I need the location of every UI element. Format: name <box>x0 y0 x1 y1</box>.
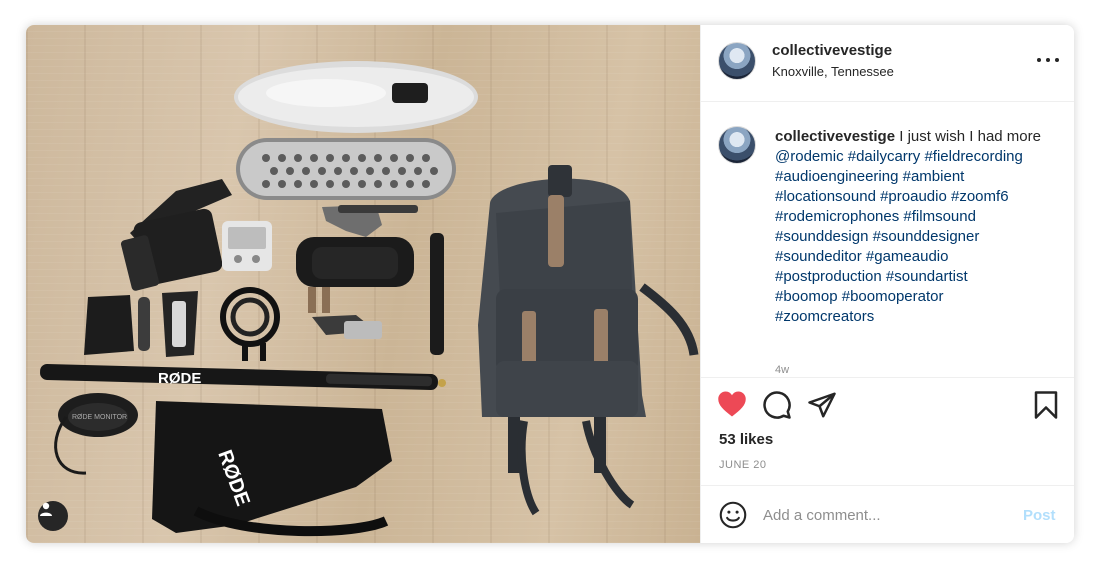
gear-flatlay-image: RØDE RØDE MONITOR RØDE <box>40 61 699 537</box>
post-side-panel: collectivevestige Knoxville, Tennessee c… <box>700 25 1074 543</box>
more-options-button[interactable] <box>1037 52 1059 68</box>
like-button[interactable] <box>717 390 747 423</box>
more-icon <box>1037 58 1041 62</box>
user-tag-button[interactable] <box>38 501 68 531</box>
avatar[interactable] <box>718 42 756 80</box>
caption-tag[interactable]: #boomop <box>775 288 838 305</box>
caption-text: I just wish I had more <box>899 128 1041 145</box>
caption-tag[interactable]: #dailycarry <box>848 148 921 165</box>
caption-avatar[interactable] <box>718 126 756 164</box>
heart-icon <box>718 391 746 417</box>
post-comment-button[interactable]: Post <box>1023 507 1056 524</box>
post-header: collectivevestige Knoxville, Tennessee <box>701 25 1074 102</box>
share-button[interactable] <box>807 390 837 425</box>
header-location[interactable]: Knoxville, Tennessee <box>772 64 894 79</box>
headphones-brand-text: RØDE MONITOR <box>72 414 127 421</box>
header-username[interactable]: collectivevestige <box>772 42 892 59</box>
action-bar: 53 likes JUNE 20 <box>701 377 1074 486</box>
caption-tag[interactable]: #postproduction <box>775 268 882 285</box>
post-caption: collectivevestige I just wish I had more… <box>775 127 1055 327</box>
caption-tag[interactable]: #soundartist <box>886 268 968 285</box>
caption-tag[interactable]: #fieldrecording <box>924 148 1022 165</box>
caption-tag[interactable]: @rodemic <box>775 148 844 165</box>
comment-input[interactable] <box>763 502 1003 528</box>
emoji-icon <box>719 501 747 529</box>
caption-tag[interactable]: #soundeditor <box>775 248 862 265</box>
share-icon <box>808 392 836 418</box>
caption-username[interactable]: collectivevestige <box>775 128 895 145</box>
save-button[interactable] <box>1033 390 1059 425</box>
comment-bar: Post <box>701 485 1074 543</box>
caption-tag[interactable]: #zoomcreators <box>775 308 874 325</box>
emoji-button[interactable] <box>719 501 747 534</box>
caption-tag[interactable]: #locationsound <box>775 188 876 205</box>
post-card: RØDE RØDE MONITOR RØDE collectivevestige… <box>26 25 1074 543</box>
caption-tag[interactable]: #ambient <box>903 168 965 185</box>
bookmark-icon <box>1034 391 1058 419</box>
caption-time-ago[interactable]: 4w <box>775 364 789 376</box>
comment-icon <box>763 391 791 419</box>
caption-tag[interactable]: #gameaudio <box>866 248 949 265</box>
post-photo[interactable]: RØDE RØDE MONITOR RØDE <box>26 25 700 543</box>
caption-tag[interactable]: #filmsound <box>903 208 976 225</box>
caption-tag[interactable]: #zoomf6 <box>951 188 1009 205</box>
pole-brand-text: RØDE <box>158 370 201 387</box>
caption-tag[interactable]: #sounddesign <box>775 228 868 245</box>
caption-tag[interactable]: #sounddesigner <box>873 228 980 245</box>
likes-count[interactable]: 53 likes <box>719 431 773 448</box>
caption-tag[interactable]: #rodemicrophones <box>775 208 899 225</box>
caption-tag[interactable]: #audioengineering <box>775 168 898 185</box>
post-date: JUNE 20 <box>719 459 767 471</box>
comment-button[interactable] <box>762 390 792 425</box>
comments-area: collectivevestige I just wish I had more… <box>701 102 1074 377</box>
user-tag-icon <box>40 502 52 516</box>
caption-tag[interactable]: #boomoperator <box>842 288 944 305</box>
caption-tag[interactable]: #proaudio <box>880 188 947 205</box>
